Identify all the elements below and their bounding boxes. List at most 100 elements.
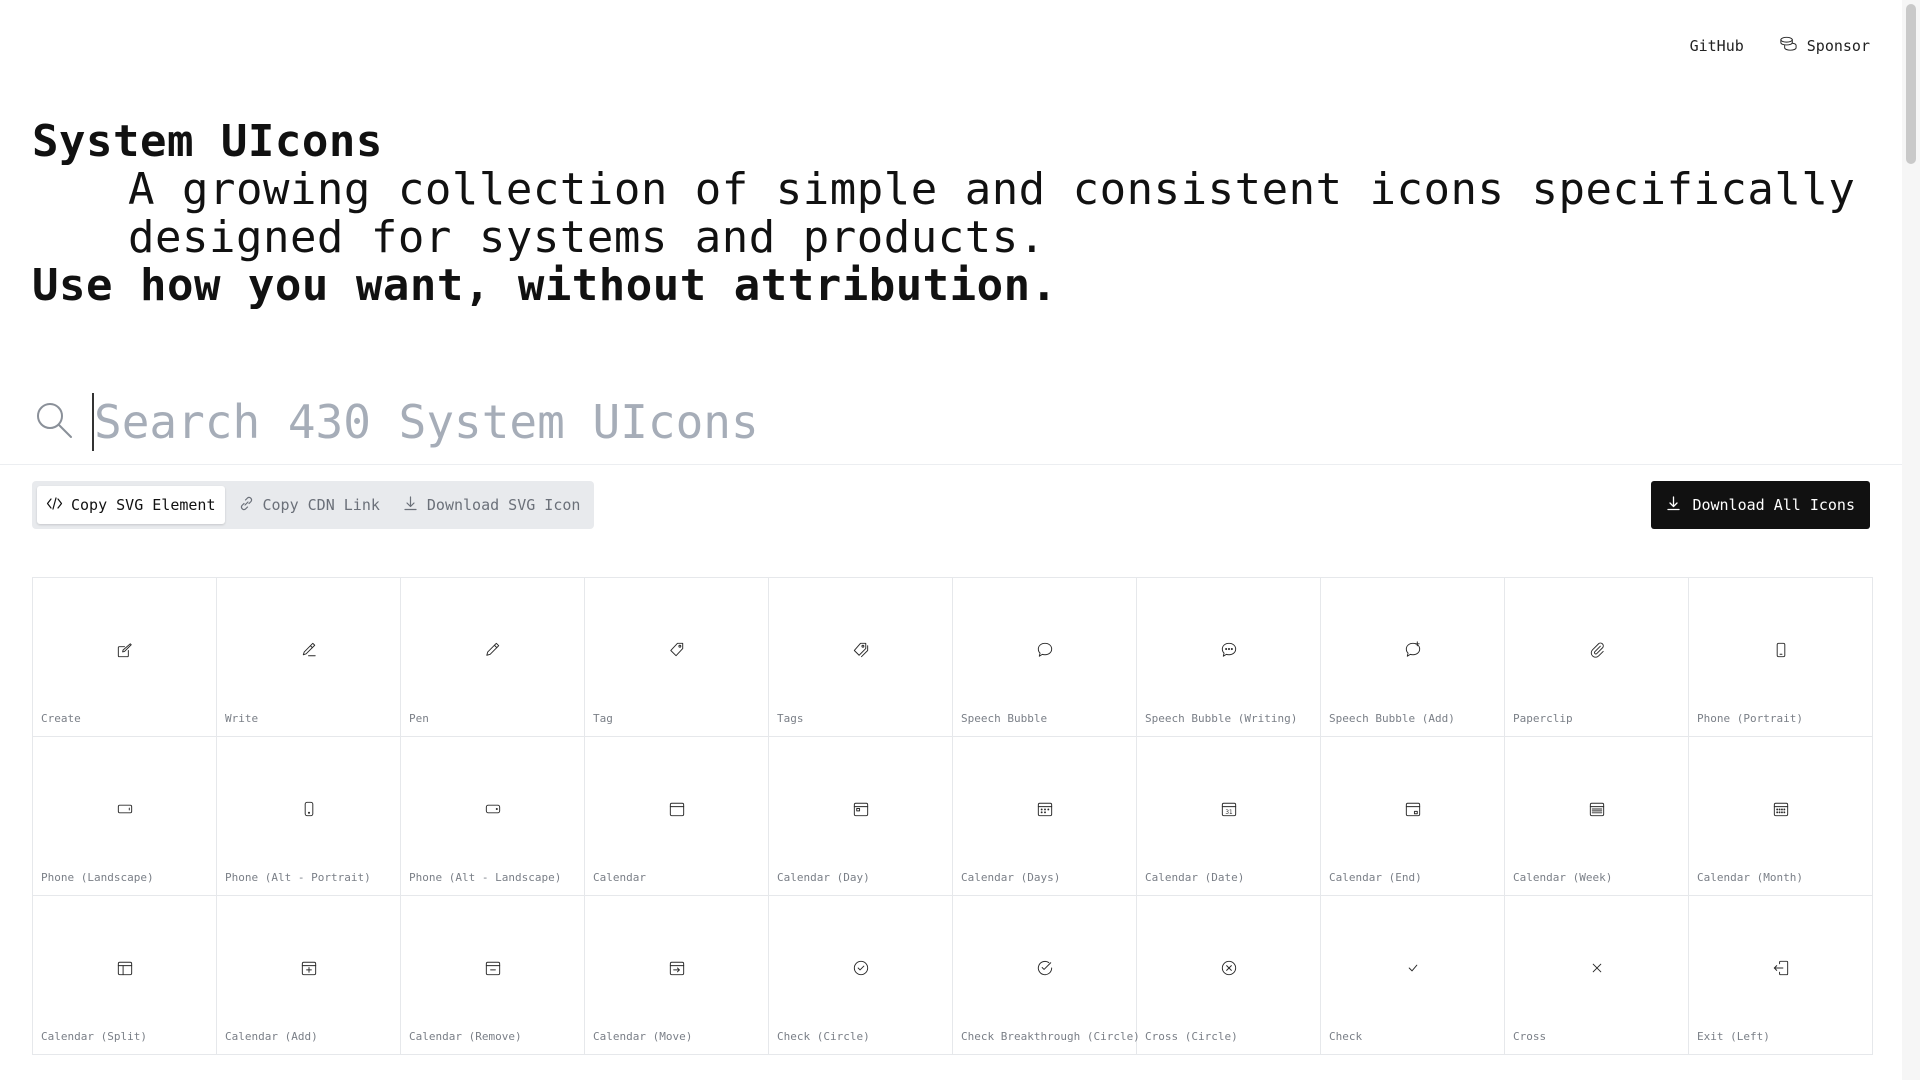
copy-cdn-link-button[interactable]: Copy CDN Link: [229, 486, 389, 524]
phone-alt-portrait-icon: [299, 799, 319, 819]
calendar-remove-icon: [483, 958, 503, 978]
search-icon: [32, 398, 92, 446]
sponsor-link-label: Sponsor: [1806, 37, 1870, 55]
copy-cdn-link-label: Copy CDN Link: [262, 496, 380, 514]
icon-label: Cross (Circle): [1145, 1030, 1238, 1043]
icon-card[interactable]: Speech Bubble: [953, 578, 1137, 737]
icon-label: Calendar (Month): [1697, 871, 1803, 884]
download-svg-icon-label: Download SVG Icon: [426, 496, 581, 514]
icon-card[interactable]: Cross: [1505, 896, 1689, 1055]
icon-label: Exit (Left): [1697, 1030, 1770, 1043]
icon-card[interactable]: Write: [217, 578, 401, 737]
link-icon: [238, 495, 255, 516]
icon-card[interactable]: Check: [1321, 896, 1505, 1055]
icon-label: Phone (Landscape): [41, 871, 154, 884]
phone-landscape-icon: [115, 799, 135, 819]
search-input[interactable]: [92, 393, 1794, 451]
icon-card[interactable]: Calendar (Remove): [401, 896, 585, 1055]
github-link[interactable]: GitHub: [1690, 37, 1744, 55]
icon-card[interactable]: Cross (Circle): [1137, 896, 1321, 1055]
icon-card[interactable]: Phone (Alt - Landscape): [401, 737, 585, 896]
icon-card[interactable]: Calendar (Split): [33, 896, 217, 1055]
copy-svg-element-button[interactable]: Copy SVG Element: [37, 486, 225, 524]
icon-card[interactable]: Phone (Portrait): [1689, 578, 1873, 737]
icon-label: Phone (Alt - Portrait): [225, 871, 371, 884]
icon-card[interactable]: Check Breakthrough (Circle): [953, 896, 1140, 1055]
calendar-week-icon: [1587, 799, 1607, 819]
icon-label: Cross: [1513, 1030, 1547, 1043]
exit-left-icon: [1771, 958, 1791, 978]
tags-icon: [851, 640, 871, 660]
icon-card[interactable]: Calendar (Days): [953, 737, 1137, 896]
phone-alt-landscape-icon: [483, 799, 503, 819]
icon-card[interactable]: Speech Bubble (Add): [1321, 578, 1505, 737]
icon-label: Create: [41, 712, 81, 725]
calendar-month-icon: [1771, 799, 1791, 819]
icon-label: Calendar (Split): [41, 1030, 147, 1043]
icon-label: Speech Bubble (Writing): [1145, 712, 1298, 725]
icon-card[interactable]: Create: [33, 578, 217, 737]
icon-card[interactable]: Paperclip: [1505, 578, 1689, 737]
icon-card[interactable]: Calendar (Add): [217, 896, 401, 1055]
icon-card[interactable]: Tags: [769, 578, 953, 737]
pen-icon: [483, 640, 503, 660]
icon-card[interactable]: Phone (Landscape): [33, 737, 217, 896]
speech-bubble-icon: [1035, 640, 1055, 660]
icon-label: Write: [225, 712, 259, 725]
icon-card[interactable]: 31 Calendar (Date): [1137, 737, 1321, 896]
icon-label: Tag: [593, 712, 613, 725]
icon-card[interactable]: Calendar (End): [1321, 737, 1505, 896]
cross-circle-icon: [1219, 958, 1239, 978]
cross-icon: [1587, 958, 1607, 978]
icon-card[interactable]: Check (Circle): [769, 896, 953, 1055]
icon-label: Calendar (Days): [961, 871, 1061, 884]
calendar-days-icon: [1035, 799, 1055, 819]
icon-card[interactable]: Phone (Alt - Portrait): [217, 737, 401, 896]
icon-card[interactable]: Calendar (Week): [1505, 737, 1689, 896]
coins-icon: [1778, 34, 1798, 58]
icon-card[interactable]: Pen: [401, 578, 585, 737]
speech-bubble-writing-icon: [1219, 640, 1239, 660]
calendar-split-icon: [115, 958, 135, 978]
divider: [0, 464, 1902, 465]
code-icon: [46, 495, 63, 516]
icon-label: Phone (Alt - Landscape): [409, 871, 562, 884]
write-icon: [299, 640, 319, 660]
check-breakthrough-circle-icon: [1035, 958, 1055, 978]
icon-card[interactable]: Calendar (Month): [1689, 737, 1873, 896]
icon-label: Calendar (Move): [593, 1030, 693, 1043]
scrollbar[interactable]: [1902, 0, 1920, 1080]
icon-label: Tags: [777, 712, 804, 725]
icon-label: Check Breakthrough (Circle): [961, 1030, 1140, 1043]
icon-label: Calendar: [593, 871, 646, 884]
icon-card[interactable]: Speech Bubble (Writing): [1137, 578, 1321, 737]
icon-card[interactable]: Exit (Left): [1689, 896, 1873, 1055]
download-all-icons-button[interactable]: Download All Icons: [1651, 481, 1870, 529]
calendar-icon: [667, 799, 687, 819]
copy-mode-toolbar: Copy SVG Element Copy CDN Link Download …: [32, 481, 595, 529]
icon-card[interactable]: Calendar: [585, 737, 769, 896]
sponsor-link[interactable]: Sponsor: [1778, 34, 1870, 58]
create-icon: [115, 640, 135, 660]
scrollbar-thumb[interactable]: [1906, 4, 1916, 164]
download-all-icons-label: Download All Icons: [1692, 496, 1855, 514]
speech-bubble-add-icon: [1403, 640, 1423, 660]
icon-card[interactable]: Calendar (Day): [769, 737, 953, 896]
tag-icon: [667, 640, 687, 660]
icon-label: Check (Circle): [777, 1030, 870, 1043]
icon-label: Calendar (End): [1329, 871, 1422, 884]
calendar-date-icon: 31: [1219, 799, 1239, 819]
icon-label: Calendar (Day): [777, 871, 870, 884]
paperclip-icon: [1587, 640, 1607, 660]
icon-card[interactable]: Calendar (Move): [585, 896, 769, 1055]
download-svg-icon-button[interactable]: Download SVG Icon: [393, 486, 590, 524]
github-link-label: GitHub: [1689, 37, 1744, 55]
icon-label: Speech Bubble (Add): [1329, 712, 1455, 725]
icon-card[interactable]: Tag: [585, 578, 769, 737]
calendar-end-icon: [1403, 799, 1423, 819]
copy-svg-element-label: Copy SVG Element: [71, 496, 216, 514]
calendar-date-number: 31: [1225, 810, 1233, 816]
icon-label: Pen: [409, 712, 429, 725]
icon-label: Calendar (Remove): [409, 1030, 522, 1043]
check-circle-icon: [851, 958, 871, 978]
